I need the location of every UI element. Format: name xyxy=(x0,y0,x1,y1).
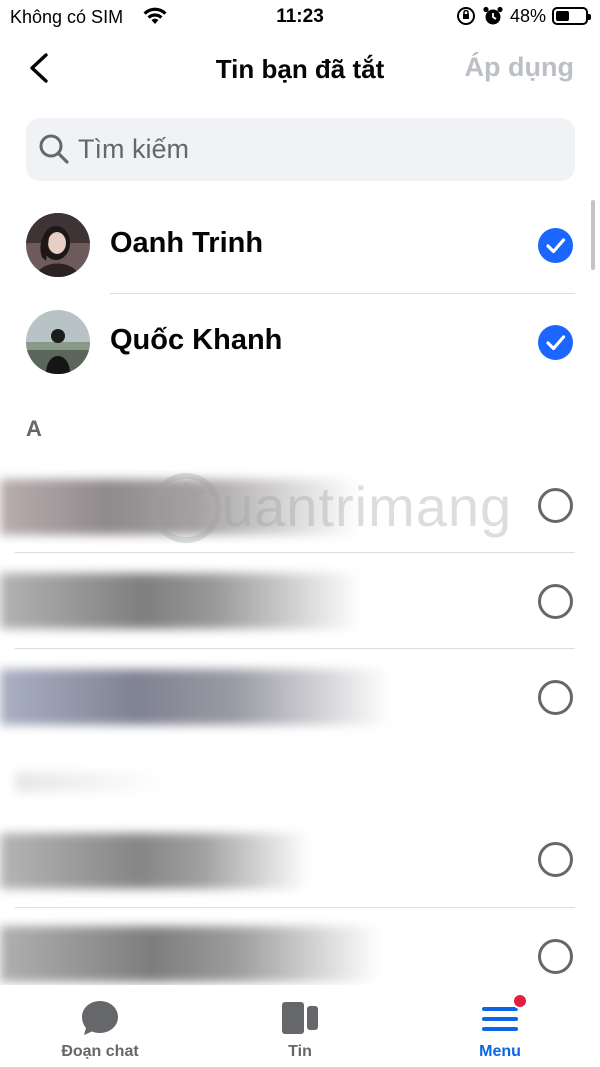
avatar xyxy=(26,213,90,277)
apply-button[interactable]: Áp dụng xyxy=(465,52,574,83)
contact-row[interactable] xyxy=(0,811,600,907)
battery-icon xyxy=(552,7,591,25)
scrollbar[interactable] xyxy=(591,200,595,270)
checkbox-unchecked[interactable] xyxy=(538,842,573,877)
section-header: A xyxy=(26,416,42,441)
checkbox-checked[interactable] xyxy=(538,325,573,360)
checkbox-unchecked[interactable] xyxy=(538,939,573,974)
tab-label: Tin xyxy=(288,1043,312,1060)
checkmark-icon xyxy=(546,238,566,254)
contact-row[interactable] xyxy=(0,457,600,553)
checkbox-unchecked[interactable] xyxy=(538,584,573,619)
checkbox-unchecked[interactable] xyxy=(538,488,573,523)
blurred-contact xyxy=(0,833,310,889)
chat-bubble-icon xyxy=(82,1001,118,1035)
search-icon xyxy=(39,134,69,164)
avatar xyxy=(26,310,90,374)
rotation-lock-icon xyxy=(456,7,475,25)
menu-icon xyxy=(482,1007,518,1031)
tab-menu[interactable]: Menu xyxy=(400,985,600,1067)
contact-row[interactable] xyxy=(0,649,600,745)
bottom-tab-bar: Đoạn chat Tin Menu xyxy=(0,985,600,1067)
blurred-contact xyxy=(0,573,360,629)
status-bar: Không có SIM 11:23 48% xyxy=(0,0,600,34)
blurred-contact xyxy=(0,669,390,725)
alarm-icon xyxy=(483,6,503,25)
checkbox-unchecked[interactable] xyxy=(538,680,573,715)
battery-fill xyxy=(556,11,570,21)
battery-percent: 48% xyxy=(509,5,546,26)
contact-name: Quốc Khanh xyxy=(110,324,283,356)
stories-icon xyxy=(282,1002,318,1034)
contact-row-selected[interactable]: Quốc Khanh xyxy=(0,294,600,390)
notification-badge xyxy=(512,993,528,1009)
blurred-contact xyxy=(0,479,360,535)
contact-row-selected[interactable]: Oanh Trinh xyxy=(0,197,600,293)
contact-name: Oanh Trinh xyxy=(110,227,264,259)
search-bar[interactable] xyxy=(26,118,575,181)
blurred-section-header xyxy=(15,772,165,792)
blurred-contact xyxy=(0,926,380,982)
tab-chats[interactable]: Đoạn chat xyxy=(0,985,200,1067)
checkbox-checked[interactable] xyxy=(538,228,573,263)
contact-row[interactable] xyxy=(0,553,600,649)
checkmark-icon xyxy=(546,335,566,351)
tab-label: Menu xyxy=(479,1043,521,1060)
search-input[interactable] xyxy=(78,118,548,181)
tab-stories[interactable]: Tin xyxy=(200,985,400,1067)
header: Tin bạn đã tắt Áp dụng xyxy=(0,40,600,96)
tab-label: Đoạn chat xyxy=(61,1043,139,1060)
